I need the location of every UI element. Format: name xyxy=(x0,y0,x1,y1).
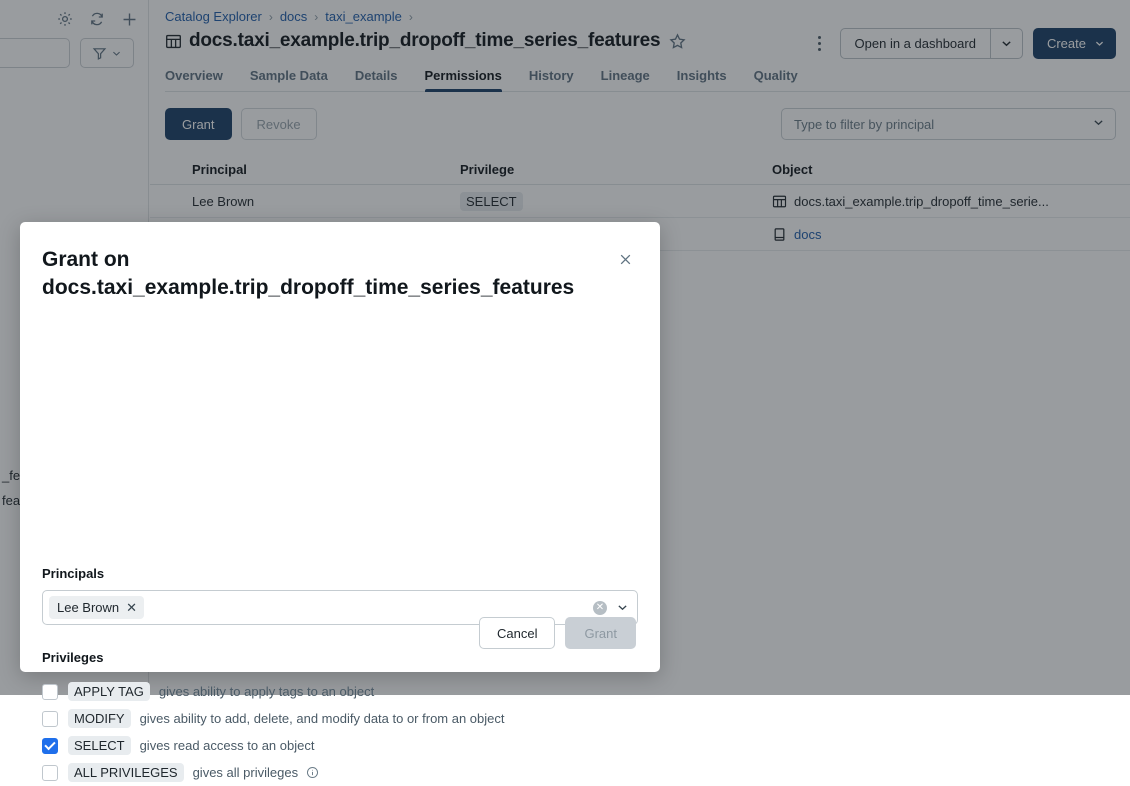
privilege-row-select[interactable]: SELECT gives read access to an object xyxy=(42,732,622,759)
privilege-description: gives ability to add, delete, and modify… xyxy=(140,711,505,726)
grant-dialog: Grant on docs.taxi_example.trip_dropoff_… xyxy=(20,222,660,672)
cancel-button[interactable]: Cancel xyxy=(479,617,555,649)
checkbox-all-privileges[interactable] xyxy=(42,765,58,781)
info-icon[interactable] xyxy=(306,766,319,779)
privilege-name: ALL PRIVILEGES xyxy=(68,763,184,782)
close-icon[interactable] xyxy=(612,246,638,272)
principals-label: Principals xyxy=(42,566,104,581)
principal-chip: Lee Brown ✕ xyxy=(49,596,144,619)
privileges-label: Privileges xyxy=(42,650,103,665)
grant-submit-button[interactable]: Grant xyxy=(565,617,636,649)
privilege-description: gives ability to apply tags to an object xyxy=(159,684,374,699)
privilege-description-text: gives all privileges xyxy=(193,765,299,780)
checkbox-apply-tag[interactable] xyxy=(42,684,58,700)
checkbox-modify[interactable] xyxy=(42,711,58,727)
principals-select-icons: ✕ xyxy=(593,601,629,615)
privilege-row-apply-tag[interactable]: APPLY TAG gives ability to apply tags to… xyxy=(42,678,622,705)
dialog-footer: Cancel Grant xyxy=(479,617,636,649)
privilege-description: gives read access to an object xyxy=(140,738,315,753)
privilege-row-modify[interactable]: MODIFY gives ability to add, delete, and… xyxy=(42,705,622,732)
dialog-header: Grant on docs.taxi_example.trip_dropoff_… xyxy=(42,246,638,302)
checkbox-select[interactable] xyxy=(42,738,58,754)
principal-chip-label: Lee Brown xyxy=(57,600,119,615)
privilege-name: MODIFY xyxy=(68,709,131,728)
privilege-name: APPLY TAG xyxy=(68,682,150,701)
chevron-down-icon[interactable] xyxy=(616,601,629,614)
privilege-name: SELECT xyxy=(68,736,131,755)
privilege-description: gives all privileges xyxy=(193,765,319,780)
remove-principal-icon[interactable]: ✕ xyxy=(126,601,137,614)
dialog-title: Grant on docs.taxi_example.trip_dropoff_… xyxy=(42,246,587,302)
clear-all-icon[interactable]: ✕ xyxy=(593,601,607,615)
privilege-row-all-privileges[interactable]: ALL PRIVILEGES gives all privileges xyxy=(42,759,622,786)
privileges-list: APPLY TAG gives ability to apply tags to… xyxy=(42,678,622,786)
